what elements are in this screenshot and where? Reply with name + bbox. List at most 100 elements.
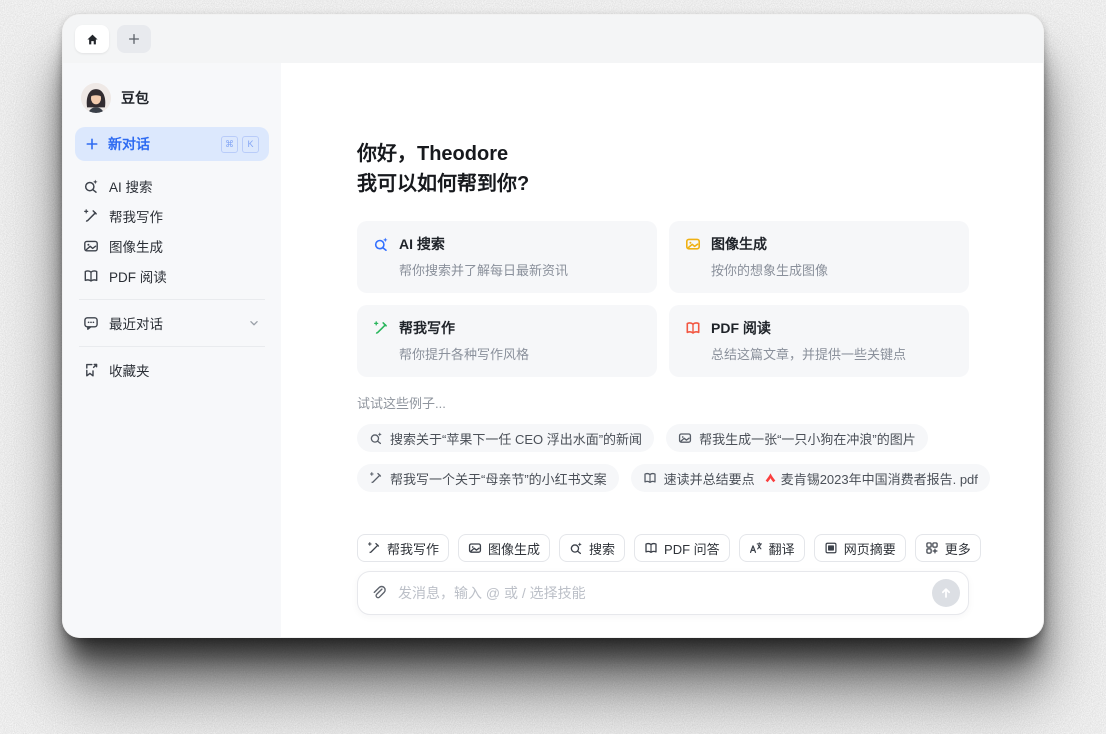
pdf-attachment: 麦肯锡2023年中国消费者报告. pdf (764, 469, 978, 488)
skill-more[interactable]: 更多 (914, 534, 981, 562)
card-desc: 帮你搜索并了解每日最新资讯 (399, 263, 569, 278)
skill-label: 更多 (944, 541, 971, 557)
sidebar-item-pdf-read[interactable]: PDF 阅读 (75, 261, 269, 291)
sidebar-item-label: PDF 阅读 (109, 270, 167, 285)
tab-home[interactable] (75, 25, 109, 53)
card-title: 图像生成 (711, 236, 767, 252)
example-label: 帮我写一个关于“母亲节”的小红书文案 (390, 471, 607, 487)
plus-icon (85, 137, 99, 151)
home-icon (85, 32, 100, 47)
new-tab-button[interactable] (117, 25, 151, 53)
sidebar-item-ai-search[interactable]: AI 搜索 (75, 171, 269, 201)
sidebar-item-label: 最近对话 (109, 317, 163, 332)
greeting: 你好，Theodore 我可以如何帮到你? (357, 139, 969, 199)
card-desc: 总结这篇文章，并提供一些关键点 (711, 347, 907, 362)
attachment-name: 麦肯锡2023年中国消费者报告. pdf (780, 471, 978, 487)
write-icon (83, 208, 99, 224)
new-chat-button[interactable]: 新对话 ⌘ K (75, 127, 269, 161)
sidebar-item-image-gen[interactable]: 图像生成 (75, 231, 269, 261)
sidebar-item-label: 收藏夹 (109, 364, 150, 379)
new-tab-plus-icon (127, 32, 141, 46)
example-chip-write-post[interactable]: 帮我写一个关于“母亲节”的小红书文案 (357, 464, 619, 492)
message-input[interactable] (396, 584, 932, 602)
sidebar-item-label: AI 搜索 (109, 180, 153, 195)
ai-search-icon (373, 236, 389, 252)
chevron-down-icon[interactable] (247, 316, 261, 330)
divider (79, 299, 265, 300)
translate-icon (749, 541, 763, 555)
bookmark-icon (83, 362, 99, 378)
search-icon (369, 431, 383, 445)
example-label: 帮我生成一张“一只小狗在冲浪”的图片 (699, 431, 916, 447)
card-title: PDF 阅读 (711, 320, 771, 336)
skill-pdf-qa[interactable]: PDF 问答 (634, 534, 730, 562)
profile-row[interactable]: 豆包 (75, 75, 269, 127)
write-icon (373, 320, 389, 336)
composer: 帮我写作 图像生成 搜索 PDF 问答 翻译 网页摘要 更多 发消息，输入 @ … (357, 534, 981, 615)
ai-search-icon (83, 178, 99, 194)
send-button[interactable] (932, 579, 960, 607)
book-icon (643, 471, 657, 485)
example-chip-generate-image[interactable]: 帮我生成一张“一只小狗在冲浪”的图片 (666, 424, 928, 452)
example-label: 搜索关于“苹果下一任 CEO 浮出水面”的新闻 (390, 431, 643, 447)
card-title: AI 搜索 (399, 236, 445, 252)
sidebar-item-favorites[interactable]: 收藏夹 (75, 355, 269, 385)
main-area: 你好，Theodore 我可以如何帮到你? AI 搜索 帮你搜索并了解每日最新资… (281, 63, 1043, 637)
card-write[interactable]: 帮我写作 帮你提升各种写作风格 (357, 305, 657, 377)
example-chips: 搜索关于“苹果下一任 CEO 浮出水面”的新闻 帮我生成一张“一只小狗在冲浪”的… (357, 424, 997, 492)
skill-translate[interactable]: 翻译 (738, 534, 805, 562)
skill-webpage-summary[interactable]: 网页摘要 (813, 534, 906, 562)
example-label: 速读并总结要点 (663, 471, 755, 487)
feature-cards: AI 搜索 帮你搜索并了解每日最新资讯 图像生成 按你的想象生成图像 帮我写作 … (357, 221, 969, 377)
image-gen-icon (685, 236, 701, 252)
sidebar-item-recent-chats[interactable]: 最近对话 (75, 308, 269, 338)
greeting-line2: 我可以如何帮到你? (357, 173, 530, 195)
webpage-icon (824, 541, 838, 555)
more-icon (925, 541, 939, 555)
skill-buttons: 帮我写作 图像生成 搜索 PDF 问答 翻译 网页摘要 更多 (357, 534, 981, 562)
card-ai-search[interactable]: AI 搜索 帮你搜索并了解每日最新资讯 (357, 221, 657, 293)
greeting-line1: 你好，Theodore (357, 143, 509, 165)
paperclip-icon[interactable] (371, 585, 387, 601)
card-desc: 按你的想象生成图像 (711, 263, 829, 278)
chat-icon (83, 315, 99, 331)
skill-label: 搜索 (589, 541, 616, 557)
book-icon (83, 268, 99, 284)
skill-label: PDF 问答 (664, 541, 720, 557)
pdf-read-icon (685, 320, 701, 336)
adobe-pdf-icon (764, 472, 777, 485)
skill-label: 图像生成 (488, 541, 541, 557)
sidebar-item-label: 图像生成 (109, 240, 163, 255)
sidebar-menu: AI 搜索 帮我写作 图像生成 PDF 阅读 最近对话 收藏夹 (75, 171, 269, 385)
new-chat-label: 新对话 (108, 136, 150, 152)
examples-title: 试试这些例子... (357, 396, 446, 411)
skill-image-gen[interactable]: 图像生成 (458, 534, 551, 562)
profile-name: 豆包 (121, 90, 149, 106)
card-image-gen[interactable]: 图像生成 按你的想象生成图像 (669, 221, 969, 293)
cmd-key-badge: ⌘ (221, 135, 238, 153)
skill-write[interactable]: 帮我写作 (357, 534, 450, 562)
card-title: 帮我写作 (399, 320, 455, 336)
skill-label: 帮我写作 (387, 541, 440, 557)
write-icon (369, 471, 383, 485)
tab-bar (63, 15, 1043, 63)
divider (79, 346, 265, 347)
skill-search[interactable]: 搜索 (559, 534, 626, 562)
message-input-box (357, 571, 969, 615)
book-icon (644, 541, 658, 555)
example-chip-summarize-pdf[interactable]: 速读并总结要点 麦肯锡2023年中国消费者报告. pdf (630, 464, 990, 492)
sidebar-item-label: 帮我写作 (109, 210, 163, 225)
search-icon (569, 541, 583, 555)
sidebar-item-write[interactable]: 帮我写作 (75, 201, 269, 231)
image-icon (678, 431, 692, 445)
image-icon (468, 541, 482, 555)
skill-label: 翻译 (768, 541, 795, 557)
sidebar: 豆包 新对话 ⌘ K AI 搜索 帮我写作 图像生成 PDF 阅读 最近对话 收… (63, 63, 281, 637)
skill-label: 网页摘要 (843, 541, 896, 557)
k-key-badge: K (242, 135, 259, 153)
image-icon (83, 238, 99, 254)
app-window: 豆包 新对话 ⌘ K AI 搜索 帮我写作 图像生成 PDF 阅读 最近对话 收… (62, 14, 1044, 638)
card-pdf-read[interactable]: PDF 阅读 总结这篇文章，并提供一些关键点 (669, 305, 969, 377)
example-chip-search-news[interactable]: 搜索关于“苹果下一任 CEO 浮出水面”的新闻 (357, 424, 655, 452)
write-icon (367, 541, 381, 555)
